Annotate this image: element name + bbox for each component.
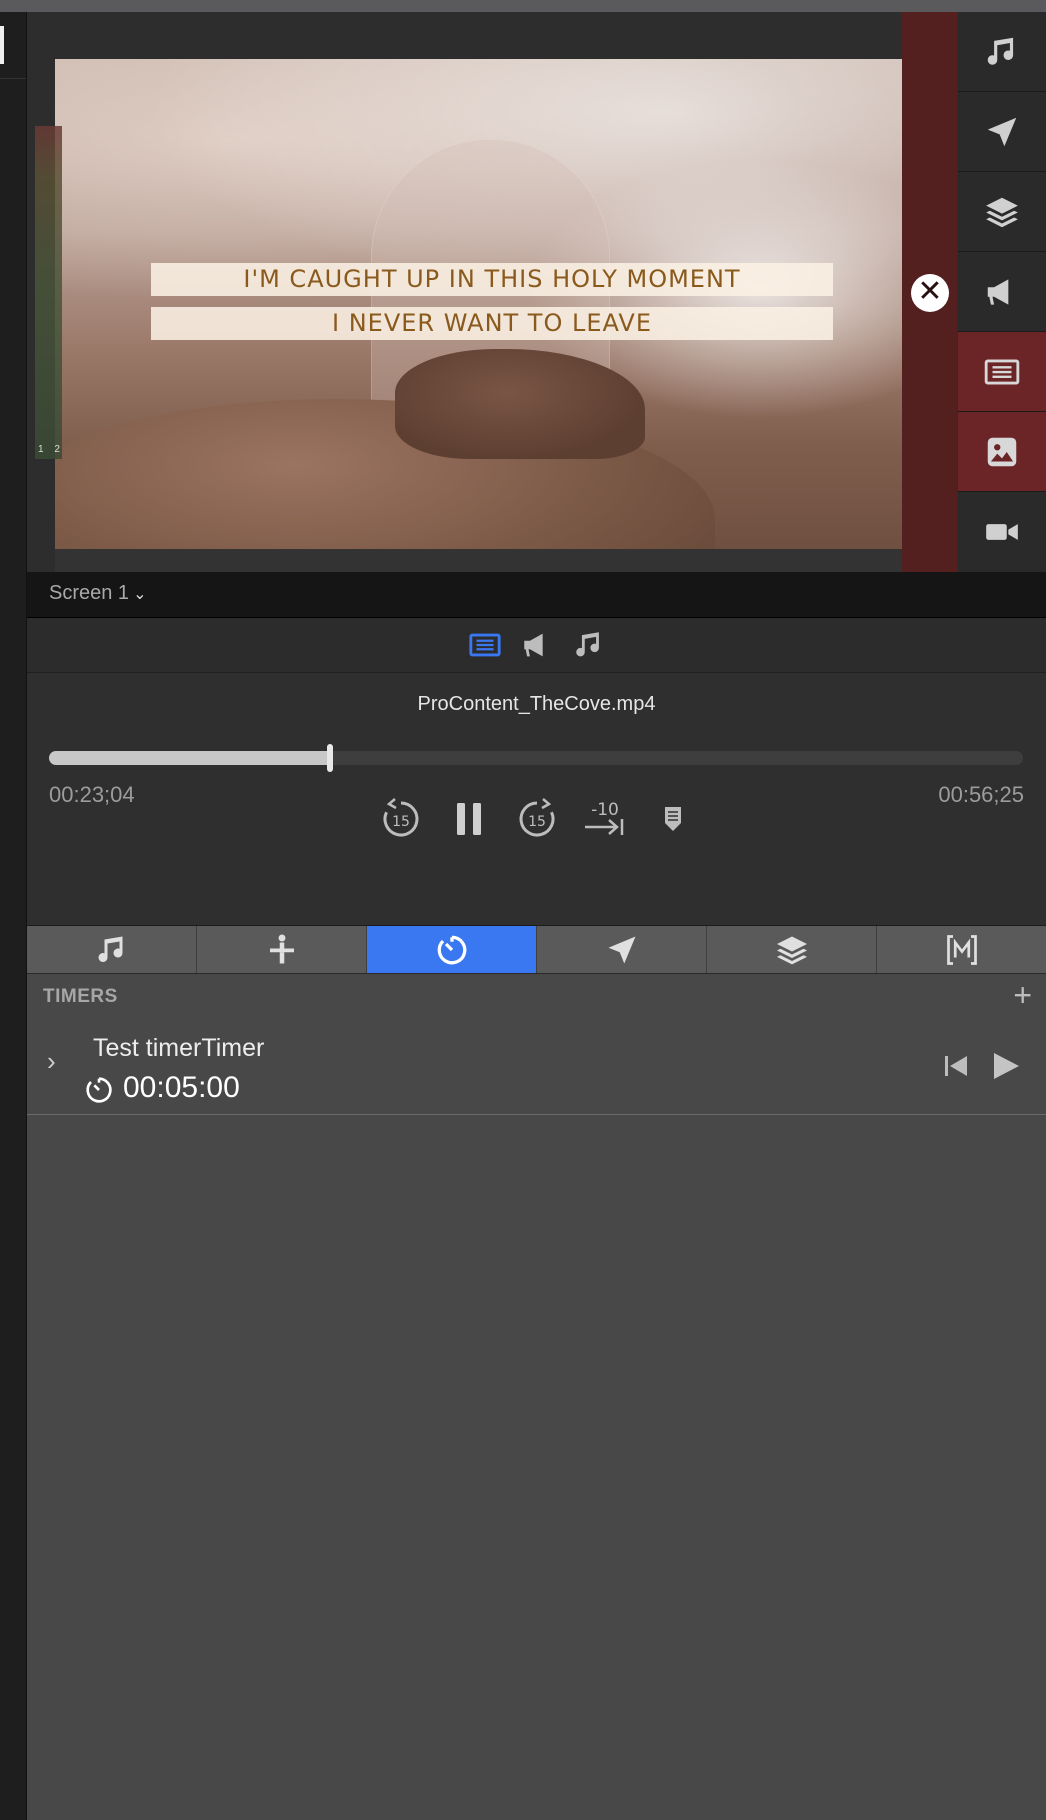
tab-stage[interactable] (197, 926, 367, 973)
audio-level-meter (35, 126, 62, 459)
timer-icon (437, 935, 466, 964)
lyric-line-1: I'M CAUGHT UP IN THIS HOLY MOMENT (151, 263, 833, 296)
audio-meter-channels: 1 2 (38, 444, 64, 455)
window-top-bar (0, 0, 1046, 12)
pause-icon (457, 803, 481, 835)
skip-forward-15-label: 15 (528, 814, 546, 830)
skip-back-15-button[interactable]: 15 (375, 793, 427, 845)
skip-back-15-label: 15 (392, 814, 410, 830)
skip-back-15-icon: 15 (383, 798, 419, 837)
left-strip-indicator (0, 26, 4, 64)
tab-audio[interactable] (569, 628, 609, 662)
tab-slide[interactable] (465, 628, 505, 662)
left-panel-strip (0, 12, 27, 1820)
minus-10-label: -10 (591, 800, 619, 820)
add-timer-button[interactable]: + (1013, 978, 1032, 1012)
scrub-bar[interactable] (49, 744, 1023, 772)
app-window: I'M CAUGHT UP IN THIS HOLY MOMENT I NEVE… (0, 0, 1046, 1820)
marker-icon (665, 807, 681, 831)
tool-tabs (27, 926, 1046, 974)
music-icon (98, 936, 123, 962)
media-filename: ProContent_TheCove.mp4 (417, 693, 656, 715)
video-camera-icon (986, 523, 1018, 540)
image-icon (987, 437, 1017, 466)
media-type-tabs (27, 618, 1046, 673)
pause-button[interactable] (443, 793, 495, 845)
skip-forward-15-icon: 15 (519, 798, 555, 837)
timers-list-empty-area (27, 1115, 1046, 1820)
rail-send-button[interactable] (958, 92, 1046, 172)
timer-name: Test timerTimer (93, 1034, 265, 1062)
layers-icon (776, 936, 807, 964)
stage-icon (269, 934, 294, 963)
skip-forward-15-button[interactable]: 15 (511, 793, 563, 845)
macro-icon (946, 934, 977, 965)
timer-value: 00:05:00 (123, 1071, 240, 1104)
reset-timer-icon[interactable] (943, 1052, 969, 1080)
layers-icon (986, 197, 1018, 227)
lyric-line-2: I NEVER WANT TO LEAVE (151, 307, 833, 340)
media-transport-panel: ProContent_TheCove.mp4 00:23;04 00:56;25… (27, 673, 1046, 926)
clear-output-button[interactable]: ✕ (911, 274, 949, 312)
timers-section-title: TIMERS (43, 986, 118, 1007)
rail-slide-button[interactable] (958, 332, 1046, 412)
rail-image-button[interactable] (958, 412, 1046, 492)
chevron-down-icon: ⌄ (133, 586, 147, 603)
scrub-handle[interactable] (327, 744, 334, 772)
layer-rail (958, 12, 1046, 572)
go-to-end-minus-10-icon: -10 (585, 800, 624, 835)
chevron-right-icon[interactable]: › (47, 1046, 56, 1077)
tab-announcement[interactable] (517, 628, 557, 662)
music-icon (987, 37, 1014, 65)
tab-props[interactable] (707, 926, 877, 973)
total-time: 00:56;25 (938, 782, 1024, 807)
output-preview-panel: I'M CAUGHT UP IN THIS HOLY MOMENT I NEVE… (27, 12, 958, 584)
megaphone-icon (987, 278, 1009, 305)
screen-selector-label: Screen 1 (49, 582, 130, 604)
elapsed-time: 00:23;04 (49, 782, 135, 807)
play-timer-icon[interactable] (991, 1050, 1021, 1082)
music-icon (576, 632, 599, 657)
screen-selector[interactable]: Screen 1 ⌄ (49, 582, 146, 605)
timers-header: TIMERS + (27, 974, 1046, 1016)
left-strip-divider (0, 78, 26, 79)
rail-announcement-button[interactable] (958, 252, 1046, 332)
send-icon (608, 936, 635, 963)
scrub-bar-fill (49, 751, 331, 765)
stopwatch-icon (86, 1077, 112, 1103)
slide-icon (984, 358, 1020, 385)
tab-timers[interactable] (367, 926, 537, 973)
megaphone-icon (524, 633, 543, 657)
timer-list-item[interactable]: › Test timerTimer 00:05:00 (27, 1016, 1046, 1115)
screen-selector-bar: Screen 1 ⌄ (27, 572, 1046, 618)
rail-video-button[interactable] (958, 492, 1046, 571)
send-icon (987, 117, 1017, 146)
video-preview[interactable]: I'M CAUGHT UP IN THIS HOLY MOMENT I NEVE… (55, 59, 927, 549)
tab-messages[interactable] (537, 926, 707, 973)
marker-button[interactable] (647, 793, 699, 845)
tab-macros[interactable] (877, 926, 1046, 973)
rail-layers-button[interactable] (958, 172, 1046, 252)
rail-music-button[interactable] (958, 12, 1046, 92)
tab-audio-bin[interactable] (27, 926, 197, 973)
slide-icon (469, 633, 501, 657)
go-to-end-minus-10-button[interactable]: -10 (579, 793, 631, 845)
